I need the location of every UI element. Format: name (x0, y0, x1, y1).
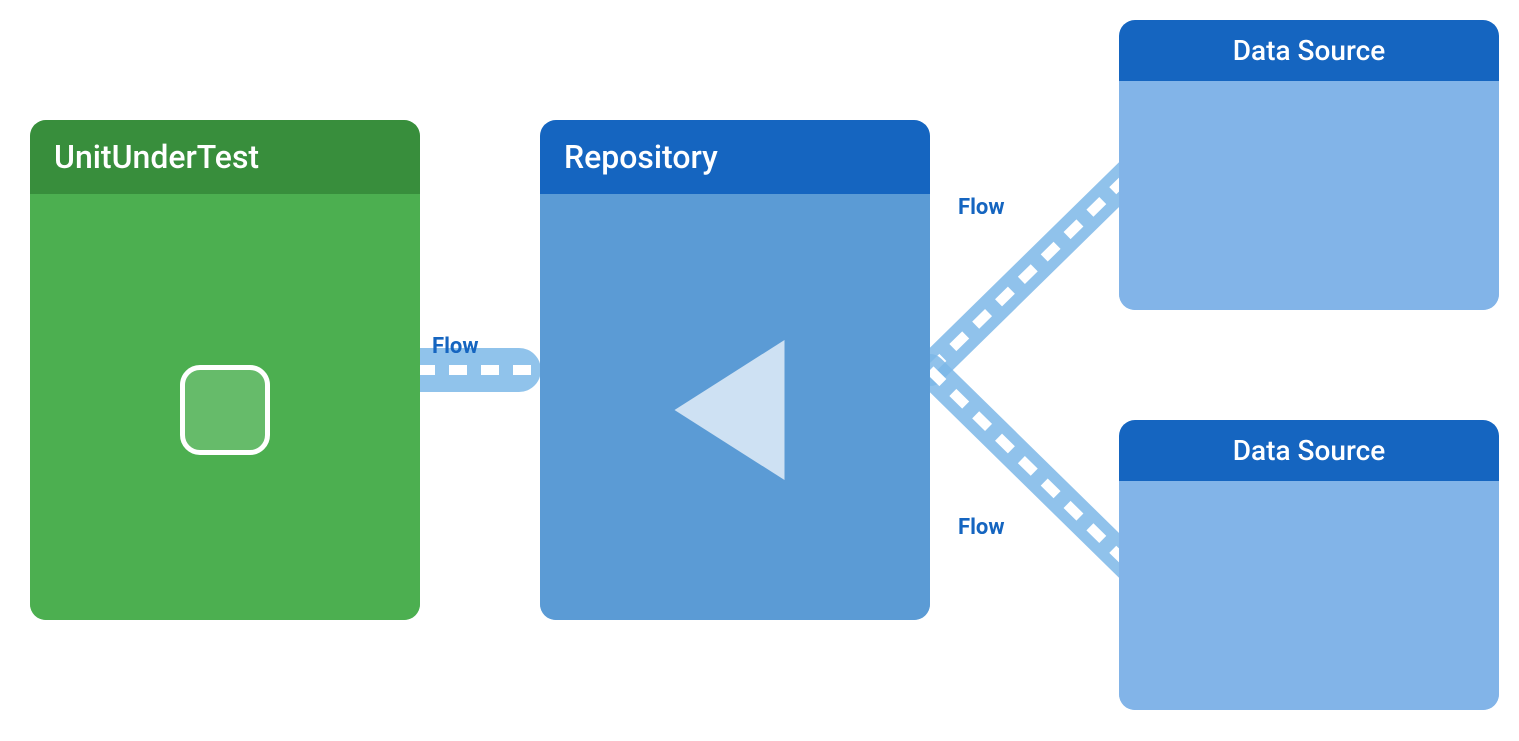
datasource-top-header: Data Source (1119, 20, 1499, 81)
diagram-container: UnitUnderTest Repository Data Source Dat… (0, 0, 1519, 741)
datasource-top-body (1119, 81, 1499, 310)
unit-box-title: UnitUnderTest (54, 138, 259, 176)
repo-box-title: Repository (564, 138, 718, 176)
flow-label-center: Flow (432, 334, 478, 359)
unit-box-header: UnitUnderTest (30, 120, 420, 194)
datasource-bottom-header: Data Source (1119, 420, 1499, 481)
datasource-bottom-body (1119, 481, 1499, 710)
datasource-box-top: Data Source (1119, 20, 1499, 310)
repository-box: Repository (540, 120, 930, 620)
unit-box-body (30, 194, 420, 620)
datasource-box-bottom: Data Source (1119, 420, 1499, 710)
bottom-dashed-line (930, 370, 1139, 575)
triangle-icon (675, 340, 785, 480)
unit-icon (180, 365, 270, 455)
datasource-bottom-title: Data Source (1233, 434, 1385, 467)
repo-box-body (540, 194, 930, 620)
datasource-top-title: Data Source (1233, 34, 1385, 67)
repo-box-header: Repository (540, 120, 930, 194)
flow-label-bottom: Flow (958, 515, 1004, 540)
flow-label-top: Flow (958, 195, 1004, 220)
bottom-flow-band (930, 370, 1139, 575)
unit-under-test-box: UnitUnderTest (30, 120, 420, 620)
